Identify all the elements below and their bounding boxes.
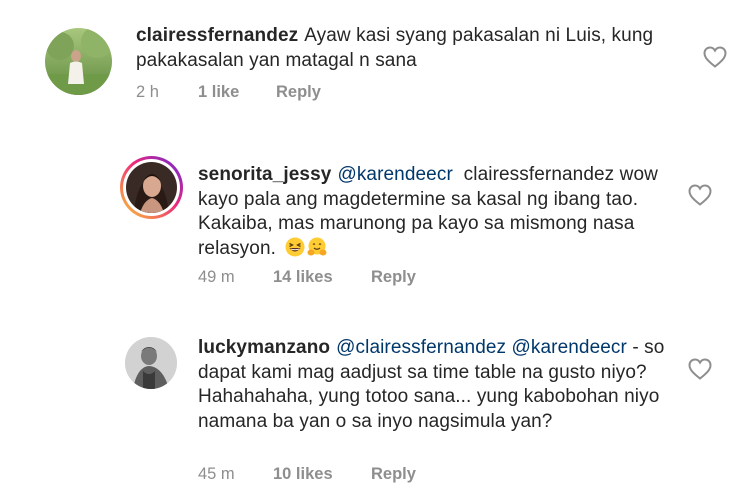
comment-timestamp[interactable]: 49 m (198, 268, 273, 287)
reply-button[interactable]: Reply (371, 465, 416, 484)
reply-button[interactable]: Reply (276, 83, 321, 102)
grinning-squinting-face-icon (285, 237, 305, 256)
comment-text: clairessfernandez Ayaw kasi syang pakasal… (136, 24, 696, 73)
mention-link[interactable]: @clairessfernandez @karendeecr (336, 337, 627, 358)
avatar[interactable] (45, 28, 112, 95)
profile-photo-icon (126, 162, 177, 213)
comment-text: senorita_jessy @karendeecr clairessfernan… (198, 163, 678, 261)
heart-icon[interactable] (688, 184, 712, 206)
heart-icon[interactable] (703, 46, 727, 68)
comment-meta: 49 m 14 likes Reply (198, 268, 416, 287)
comment-text: luckymanzano @clairessfernandez @karendee… (198, 336, 668, 434)
comment-meta: 2 h 1 like Reply (136, 83, 321, 102)
comment-likes-count[interactable]: 10 likes (273, 465, 371, 484)
mention-link[interactable]: @karendeecr (337, 164, 452, 185)
avatar[interactable] (125, 337, 177, 389)
profile-photo-icon (45, 28, 112, 95)
heart-icon[interactable] (688, 358, 712, 380)
reply-button[interactable]: Reply (371, 268, 416, 287)
profile-photo-icon (125, 337, 177, 389)
comment-username[interactable]: clairessfernandez (136, 25, 298, 46)
hugging-face-icon (307, 237, 327, 255)
comment-likes-count[interactable]: 14 likes (273, 268, 371, 287)
comment-username[interactable]: senorita_jessy (198, 164, 331, 185)
avatar[interactable] (120, 156, 183, 219)
comment-username[interactable]: luckymanzano (198, 337, 330, 358)
comment-likes-count[interactable]: 1 like (198, 83, 276, 102)
comment-meta: 45 m 10 likes Reply (198, 465, 416, 484)
comment-timestamp[interactable]: 2 h (136, 83, 198, 102)
story-ring (123, 159, 180, 216)
comment-timestamp[interactable]: 45 m (198, 465, 273, 484)
